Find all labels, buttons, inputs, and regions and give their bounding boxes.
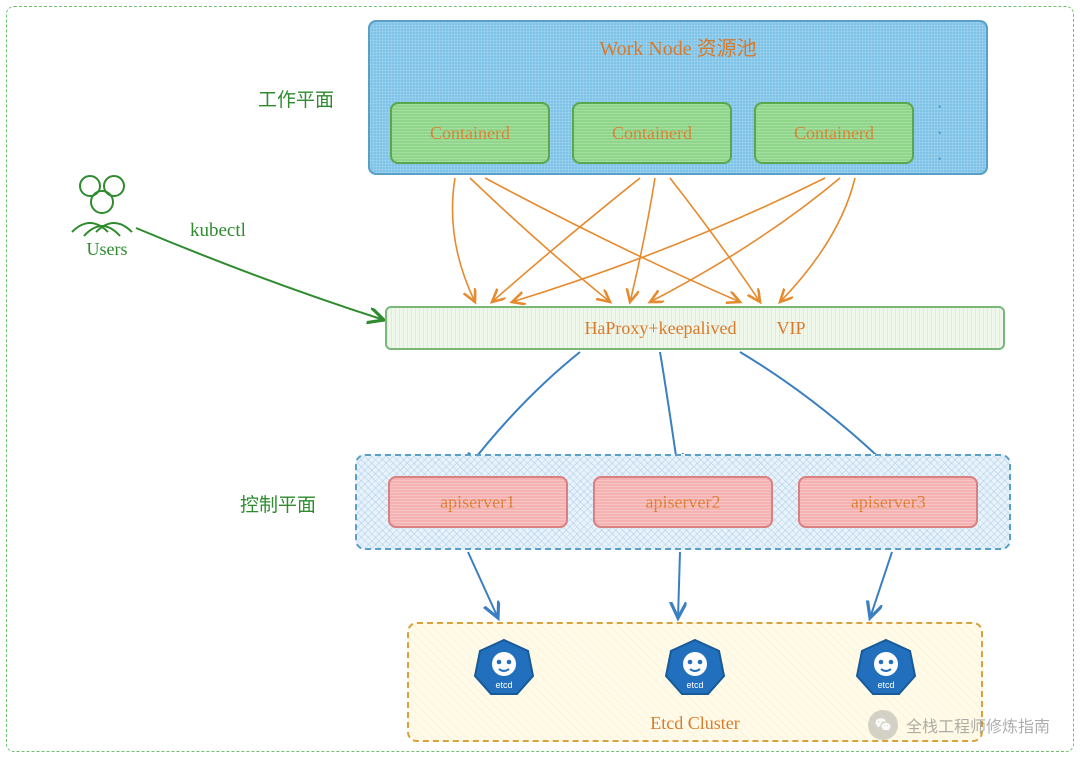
svg-text:etcd: etcd (496, 680, 513, 690)
containerd-box: Containerd (390, 102, 550, 164)
etcd-icon: etcd (473, 636, 535, 698)
etcd-cluster-box: etcd etcd etcd Etcd Cluster (407, 622, 983, 742)
kubectl-label: kubectl (190, 220, 246, 242)
svg-text:etcd: etcd (877, 680, 894, 690)
worknode-title: Work Node 资源池 (370, 32, 986, 61)
apiserver-box: apiserver2 (593, 476, 773, 528)
containerd-row: Containerd Containerd Containerd · · · (390, 94, 966, 172)
etcd-title: Etcd Cluster (409, 713, 981, 734)
work-plane-label: 工作平面 (258, 85, 334, 112)
vip-box: HaProxy+keepalived VIP (385, 306, 1005, 350)
vip-label-right: VIP (777, 318, 806, 339)
ellipsis: · · · (936, 94, 966, 172)
etcd-icon: etcd (664, 636, 726, 698)
apiserver-box: apiserver3 (798, 476, 978, 528)
containerd-box: Containerd (572, 102, 732, 164)
containerd-box: Containerd (754, 102, 914, 164)
apiserver-box: apiserver1 (388, 476, 568, 528)
users-label: Users (62, 239, 152, 260)
apiserver-label: apiserver2 (646, 492, 721, 513)
containerd-label: Containerd (794, 123, 874, 144)
users-group: Users (62, 175, 152, 260)
apiserver-label: apiserver1 (440, 492, 515, 513)
etcd-icon: etcd (855, 636, 917, 698)
control-plane-label: 控制平面 (240, 490, 316, 517)
worknode-pool-box: Work Node 资源池 Containerd Containerd Cont… (368, 20, 988, 175)
containerd-label: Containerd (612, 123, 692, 144)
apiserver-label: apiserver3 (851, 492, 926, 513)
containerd-label: Containerd (430, 123, 510, 144)
svg-text:etcd: etcd (686, 680, 703, 690)
apiserver-group-box: apiserver1 apiserver2 apiserver3 (355, 454, 1011, 550)
vip-label-left: HaProxy+keepalived (584, 318, 736, 339)
etcd-row: etcd etcd etcd (409, 636, 981, 698)
